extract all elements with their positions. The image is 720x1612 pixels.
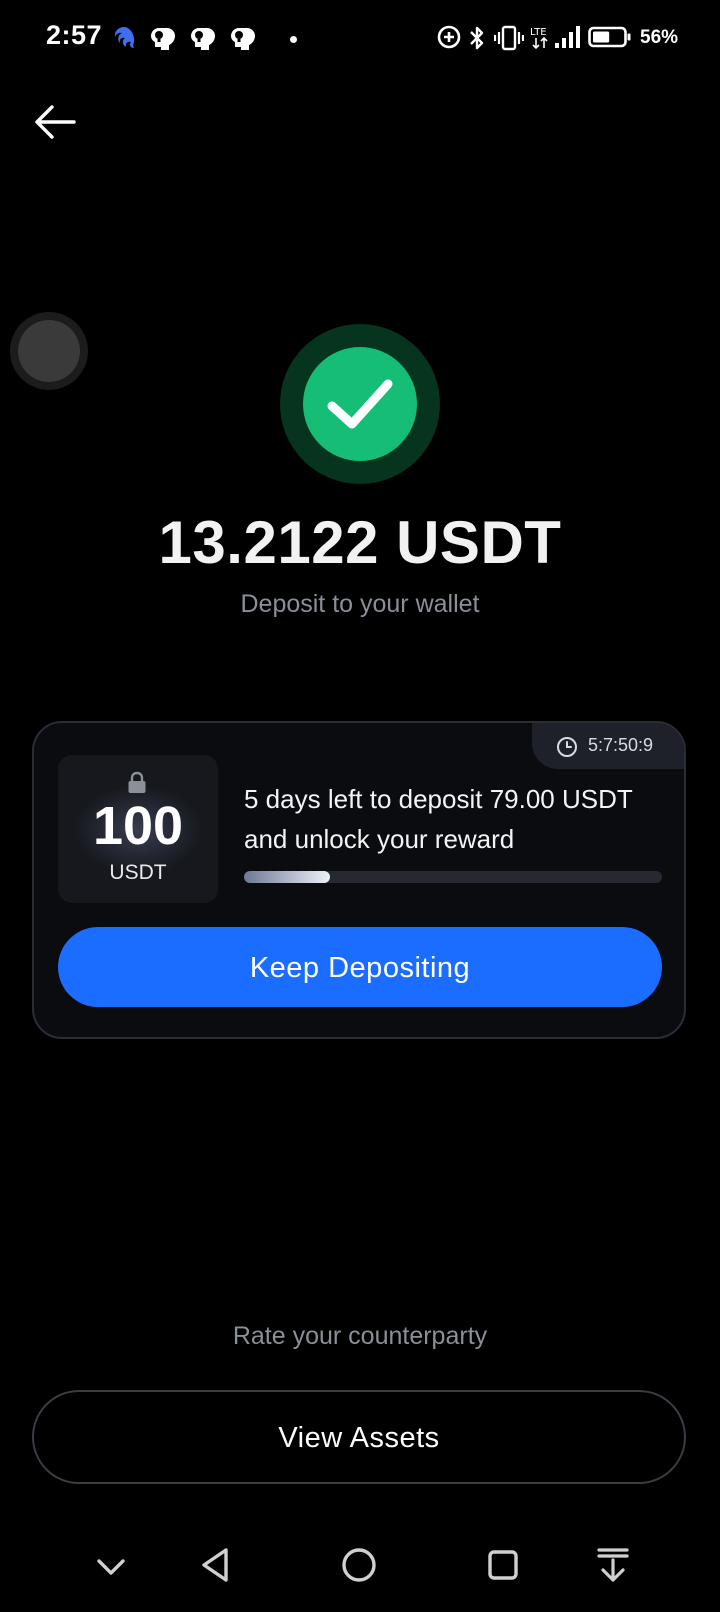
clock-icon [557,737,577,757]
vibrate-icon [494,25,524,51]
dot-icon [290,36,297,43]
floating-assistant-bubble[interactable] [10,312,88,390]
data-saver-icon [437,25,461,49]
recents-square-icon [488,1550,518,1580]
deposit-progress-fill [244,871,330,883]
reward-card: 5:7:50:9 100 USDT 5 days left to deposit… [32,721,686,1039]
back-button[interactable] [30,96,82,148]
success-badge [280,324,440,484]
status-time: 2:57 [46,20,103,50]
battery-icon [588,26,631,48]
nav-recents-button[interactable] [478,1540,528,1590]
reward-amount: 100 [92,796,184,856]
status-bar: 2:57 LTE 56% [0,0,720,78]
bulb-head-icon [151,28,175,50]
bulb-head-icon [231,28,255,50]
success-circle [303,347,417,461]
countdown-timer: 5:7:50:9 [532,723,684,769]
bulb-head-icon [191,28,215,50]
countdown-text: 5:7:50:9 [588,735,654,755]
floating-bubble-core [18,320,80,382]
pull-down-icon [597,1548,629,1582]
home-circle-icon [342,1548,376,1582]
signal-icon [555,26,580,48]
nav-home-button[interactable] [334,1540,384,1590]
keep-depositing-button[interactable]: Keep Depositing [58,927,662,1007]
back-triangle-icon [202,1548,228,1582]
reward-box: 100 USDT [58,755,218,903]
deposit-subtitle: Deposit to your wallet [240,590,480,618]
battery-percent: 56% [640,27,679,48]
nav-notifications-button[interactable] [588,1540,638,1590]
lte-icon: LTE [530,27,548,50]
lock-icon [128,771,146,793]
deposit-amount: 13.2122 USDT [158,509,562,576]
navigation-bar [0,1530,720,1612]
deposit-progress-bar [244,871,662,883]
app-swirl-icon [114,27,135,48]
view-assets-button[interactable]: View Assets [32,1390,686,1484]
rate-counterparty-link[interactable]: Rate your counterparty [0,1322,720,1351]
arrow-left-icon [35,105,76,139]
check-icon [327,379,393,429]
chevron-down-icon [97,1559,125,1575]
nav-back-button[interactable] [192,1540,242,1590]
nav-collapse-button[interactable] [86,1540,136,1590]
reward-message: 5 days left to deposit 79.00 USDT and un… [244,784,633,854]
svg-text:LTE: LTE [530,27,547,38]
reward-unit: USDT [109,861,167,884]
bluetooth-icon [470,26,484,50]
